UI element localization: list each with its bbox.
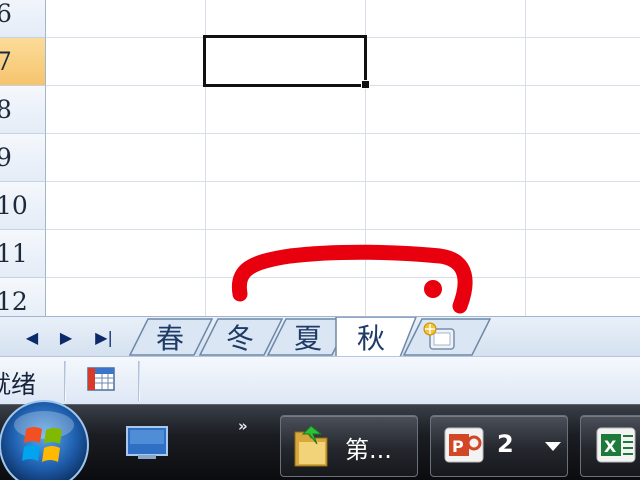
row-number: 9 bbox=[0, 143, 12, 172]
row-number: 8 bbox=[0, 95, 12, 124]
sheet-tab-spring[interactable]: 春 bbox=[146, 319, 194, 355]
row-number: 10 bbox=[0, 191, 28, 220]
insert-worksheet-icon[interactable] bbox=[420, 321, 460, 353]
show-desktop-icon[interactable] bbox=[126, 425, 170, 461]
worksheet-grid[interactable]: 6 7 8 9 10 11 12 bbox=[0, 0, 640, 316]
row-header[interactable]: 6 bbox=[0, 0, 46, 38]
excel-icon: X bbox=[596, 427, 636, 463]
taskbar-item-label: 第... bbox=[345, 436, 392, 464]
windows-taskbar: » 第... P 2 X bbox=[0, 400, 640, 480]
svg-text:X: X bbox=[604, 437, 617, 456]
gridline-horizontal bbox=[46, 277, 640, 278]
taskbar-item-folder[interactable]: 第... bbox=[280, 415, 418, 477]
taskbar-more-chevron[interactable]: » bbox=[238, 417, 248, 435]
taskbar-item-powerpoint[interactable]: P 2 bbox=[430, 415, 568, 477]
gridline-horizontal bbox=[46, 133, 640, 134]
folder-icon bbox=[294, 425, 328, 467]
row-number: 7 bbox=[0, 47, 12, 76]
normal-view-icon[interactable] bbox=[86, 366, 116, 392]
row-header[interactable]: 12 bbox=[0, 278, 46, 316]
row-header[interactable]: 11 bbox=[0, 230, 46, 278]
row-number: 12 bbox=[0, 287, 28, 316]
status-divider bbox=[138, 361, 140, 401]
taskbar-item-count: 2 bbox=[497, 430, 514, 458]
gridline-horizontal bbox=[46, 181, 640, 182]
row-header[interactable]: 8 bbox=[0, 86, 46, 134]
sheet-tab-winter[interactable]: 冬 bbox=[216, 319, 264, 355]
gridline-vertical bbox=[525, 0, 526, 316]
svg-text:P: P bbox=[452, 437, 464, 456]
windows-start-orb[interactable] bbox=[0, 395, 94, 480]
row-header[interactable]: 10 bbox=[0, 182, 46, 230]
fill-handle[interactable] bbox=[361, 80, 370, 89]
row-number: 11 bbox=[0, 239, 28, 268]
sheet-tab-bar: ◀ ▶ ▶| 春 冬 夏 秋 bbox=[0, 316, 640, 357]
sheet-tab-autumn-active[interactable]: 秋 bbox=[346, 319, 396, 355]
row-header-selected[interactable]: 7 bbox=[0, 38, 46, 86]
chevron-down-icon[interactable] bbox=[545, 442, 561, 451]
row-number: 6 bbox=[0, 0, 12, 28]
active-cell[interactable] bbox=[203, 35, 367, 87]
powerpoint-icon: P bbox=[444, 427, 484, 463]
row-header[interactable]: 9 bbox=[0, 134, 46, 182]
taskbar-item-excel[interactable]: X bbox=[580, 415, 640, 477]
gridline-horizontal bbox=[46, 229, 640, 230]
sheet-tab-summer[interactable]: 夏 bbox=[284, 319, 332, 355]
